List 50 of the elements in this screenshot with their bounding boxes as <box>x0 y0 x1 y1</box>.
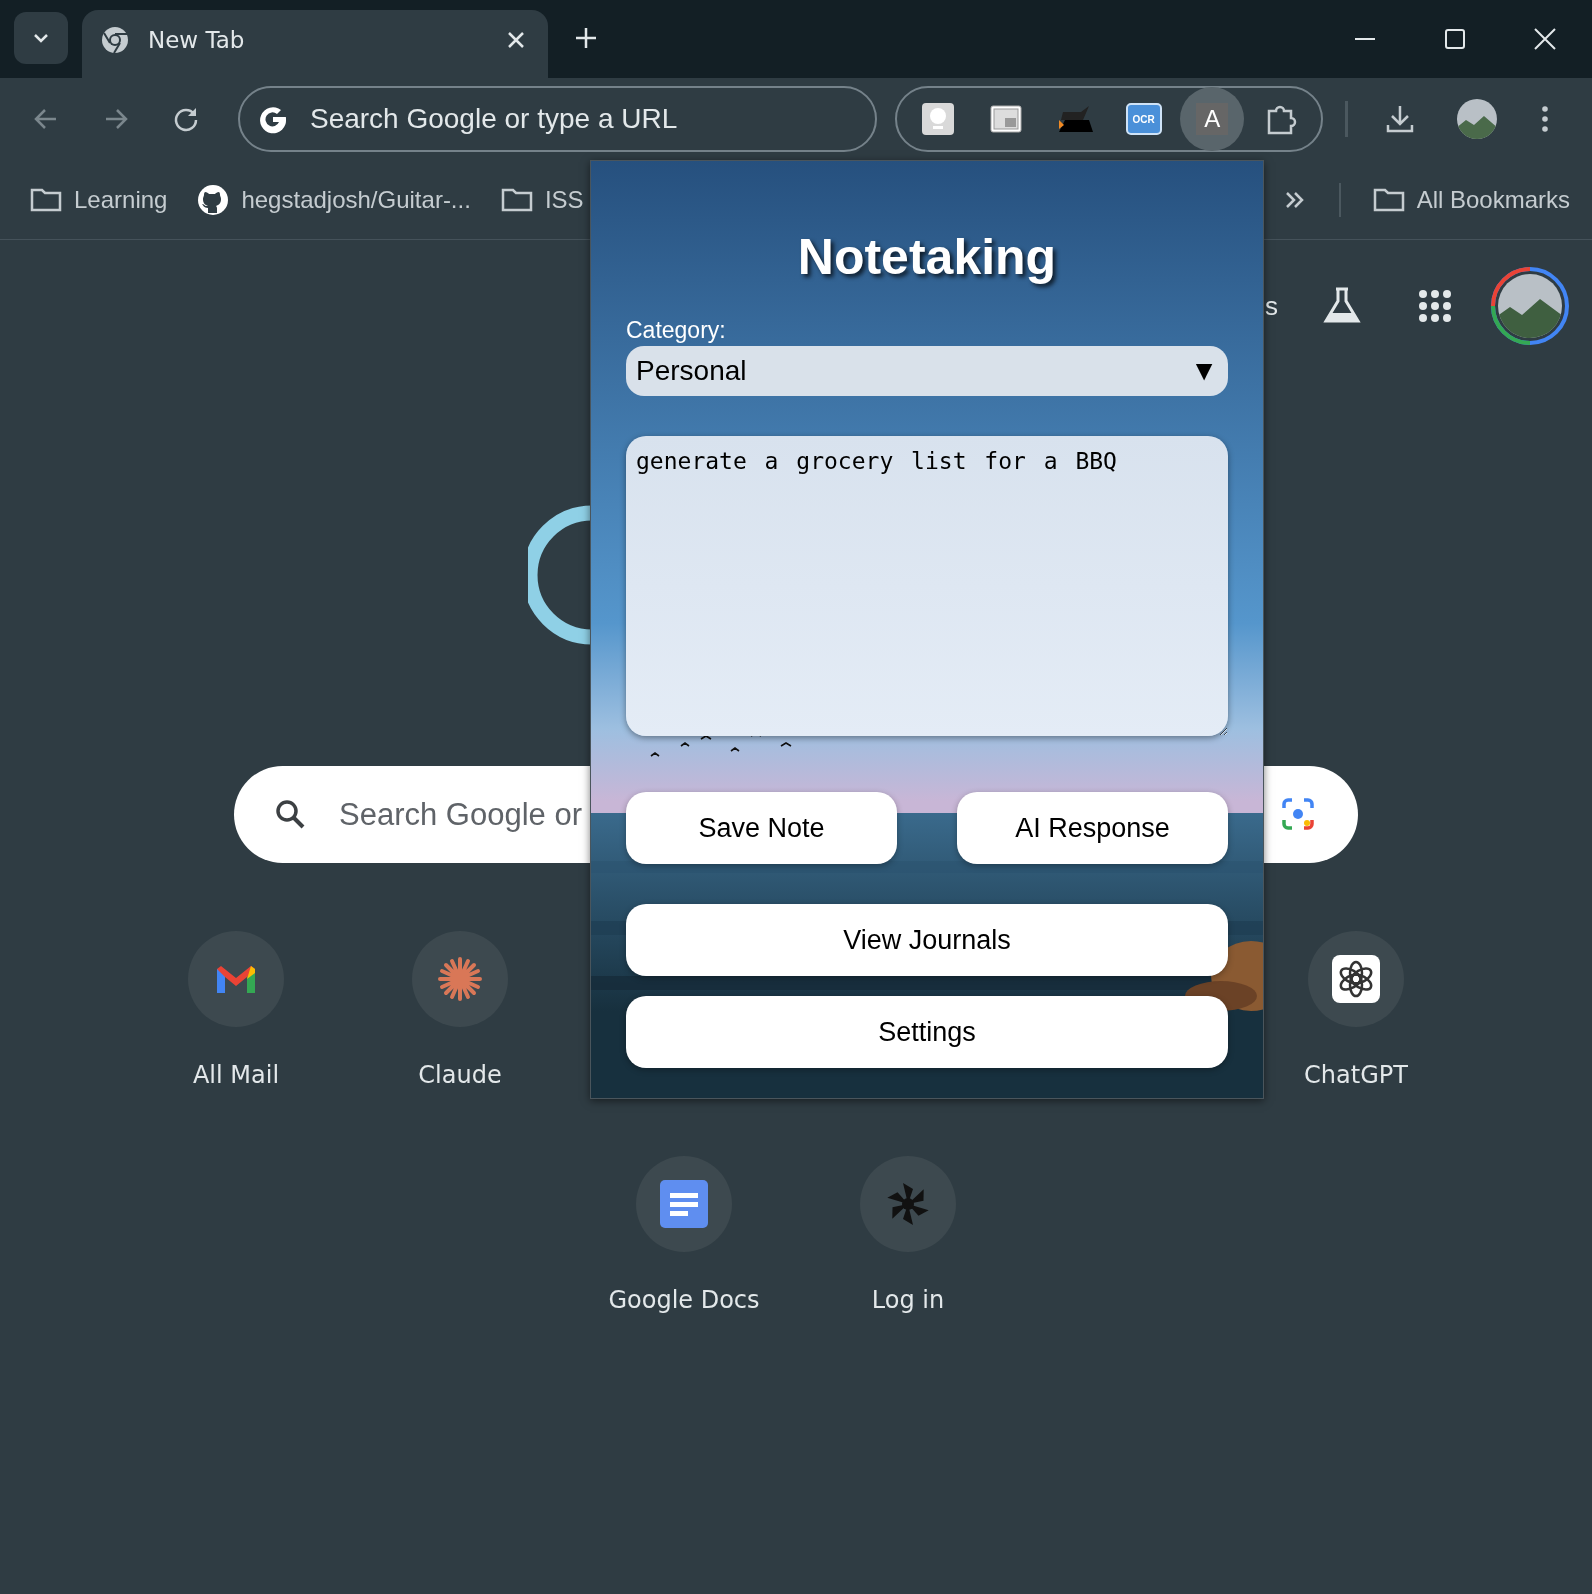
extension-button[interactable]: A <box>1180 87 1245 151</box>
shortcut-tile[interactable]: All Mail <box>124 931 348 1089</box>
popup-title: Notetaking <box>796 228 1058 287</box>
chrome-icon <box>100 25 130 55</box>
window-icon <box>989 102 1024 136</box>
github-icon <box>197 183 230 216</box>
tab-search-button[interactable] <box>14 12 68 64</box>
shortcut-label: All Mail <box>192 1061 280 1089</box>
camera-search-icon[interactable] <box>1280 796 1316 832</box>
popup-button[interactable]: Settings <box>626 996 1228 1068</box>
apps-grid-icon[interactable] <box>1418 289 1452 323</box>
shortcut-tile[interactable]: Google Docs <box>572 1156 796 1314</box>
shortcut-tile[interactable]: ChatGPT <box>1244 931 1468 1089</box>
close-icon[interactable] <box>506 30 526 50</box>
close-icon[interactable] <box>1534 28 1556 50</box>
profile-avatar[interactable] <box>1490 266 1570 346</box>
bookmark[interactable]: hegstadjosh/Guitar-... <box>197 183 471 216</box>
bookmark[interactable]: Learning <box>30 185 168 214</box>
ocr-icon: OCR <box>1125 103 1162 135</box>
category-dropdown[interactable]: Personal ▼ <box>626 346 1228 396</box>
note-input[interactable]: generate a grocery list for a BBQ <box>626 436 1228 736</box>
bookmark[interactable]: All Bookmarks <box>1372 185 1570 214</box>
new-tab-icon[interactable] <box>574 26 598 50</box>
bookmark[interactable]: ISS <box>500 185 584 214</box>
link-text[interactable]: s <box>1265 290 1278 322</box>
search-icon <box>274 798 306 830</box>
shortcut-tile[interactable]: Claude <box>348 931 572 1089</box>
shortcut-label: ChatGPT <box>1304 1061 1408 1089</box>
maximize-icon[interactable] <box>1444 28 1466 50</box>
browser-tab[interactable]: New Tab <box>82 10 548 78</box>
popup-button[interactable]: Save Note <box>626 792 897 864</box>
popup-button[interactable]: View Journals <box>626 904 1228 976</box>
folder-icon <box>30 186 62 213</box>
shortcut-label: Claude <box>418 1061 502 1089</box>
profile-avatar[interactable] <box>1456 98 1499 140</box>
folder-icon <box>500 186 533 213</box>
flask-icon[interactable] <box>1322 286 1362 326</box>
shortcut-label: Log in <box>871 1286 945 1314</box>
field-label: Category: <box>626 317 727 344</box>
letter-icon: A <box>1196 103 1229 135</box>
popup-button[interactable]: AI Response <box>957 792 1228 864</box>
google-g-icon <box>257 104 288 134</box>
shortcut-tile[interactable]: Log in <box>796 1156 1020 1314</box>
lightbulb-icon <box>920 102 955 136</box>
menu-icon[interactable] <box>1540 104 1550 134</box>
address-bar[interactable]: Search Google or type a URL <box>237 86 878 152</box>
tab-title: New Tab <box>148 27 246 53</box>
folder-icon <box>1372 186 1405 213</box>
shortcut-label: Google Docs <box>608 1286 760 1314</box>
logo-arc-icon <box>528 505 592 645</box>
